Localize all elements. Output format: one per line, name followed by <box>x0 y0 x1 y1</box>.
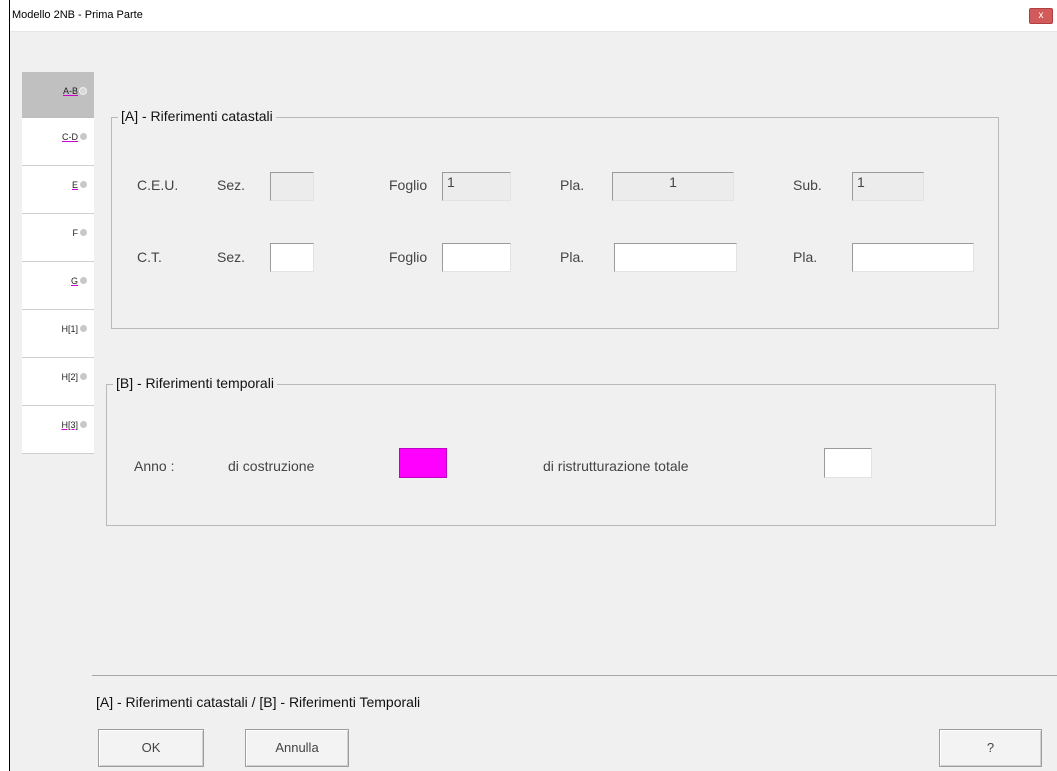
tab-status-dot-icon <box>79 87 87 95</box>
ct-pla-label: Pla. <box>560 249 585 265</box>
tab-label: G <box>70 276 78 286</box>
ristrutturazione-label: di ristrutturazione totale <box>543 458 689 474</box>
ceu-sez-label: Sez. <box>217 177 246 193</box>
tab-c-d[interactable]: C-D <box>22 118 94 166</box>
costruzione-label: di costruzione <box>228 458 315 474</box>
group-riferimenti-catastali: [A] - Riferimenti catastali <box>111 108 999 329</box>
window-title: Modello 2NB - Prima Parte <box>12 9 143 21</box>
tab-label: A-B <box>62 86 78 96</box>
window-left-edge <box>0 0 9 771</box>
tab-status-dot-icon <box>80 325 87 332</box>
ceu-sub-field[interactable]: 1 <box>852 172 924 201</box>
ceu-foglio-label: Foglio <box>389 177 428 193</box>
ceu-sub-label: Sub. <box>793 177 822 193</box>
tab-label: H[2] <box>61 372 78 382</box>
ct-pla2-label: Pla. <box>793 249 818 265</box>
tab-status-dot-icon <box>80 229 87 236</box>
tab-f[interactable]: F <box>22 214 94 262</box>
close-button[interactable]: x <box>1029 8 1053 24</box>
close-icon: x <box>1038 10 1044 21</box>
tab-g[interactable]: G <box>22 262 94 310</box>
tab-status-dot-icon <box>80 181 87 188</box>
group-a-title: [A] - Riferimenti catastali <box>118 108 276 124</box>
ct-sez-label: Sez. <box>217 249 246 265</box>
tab-e[interactable]: E <box>22 166 94 214</box>
ceu-label: C.E.U. <box>137 177 179 193</box>
tab-status-dot-icon <box>80 421 87 428</box>
costruzione-field[interactable] <box>399 448 447 478</box>
ct-foglio-label: Foglio <box>389 249 428 265</box>
group-b-title: [B] - Riferimenti temporali <box>113 375 277 391</box>
ok-button[interactable]: OK <box>98 729 204 767</box>
title-bar: Modello 2NB - Prima Parte x <box>10 0 1057 32</box>
cancel-button[interactable]: Annulla <box>245 729 349 767</box>
ct-label: C.T. <box>137 249 162 265</box>
anno-label: Anno : <box>134 458 175 474</box>
ct-foglio-field[interactable] <box>442 243 511 272</box>
tab-h3[interactable]: H[3] <box>22 406 94 454</box>
tab-label: F <box>72 228 79 238</box>
status-text: [A] - Riferimenti catastali / [B] - Rife… <box>96 694 421 710</box>
tab-label: C-D <box>62 132 78 142</box>
tab-status-dot-icon <box>80 277 87 284</box>
ceu-pla-label: Pla. <box>560 177 585 193</box>
ristrutturazione-field[interactable] <box>824 448 872 478</box>
tab-label: H[3] <box>61 420 78 430</box>
tab-label: E <box>71 180 78 190</box>
ceu-foglio-field[interactable]: 1 <box>442 172 511 201</box>
ceu-pla-field[interactable]: 1 <box>612 172 734 201</box>
ct-sez-field[interactable] <box>270 243 314 272</box>
tab-status-dot-icon <box>80 373 87 380</box>
tab-label: H[1] <box>61 324 78 334</box>
ct-pla2-field[interactable] <box>852 243 974 272</box>
ceu-sez-field[interactable] <box>270 172 314 201</box>
tab-status-dot-icon <box>80 133 87 140</box>
tab-a-b[interactable]: A-B <box>22 72 94 118</box>
ct-pla-field[interactable] <box>614 243 737 272</box>
help-button[interactable]: ? <box>939 729 1042 767</box>
tab-strip: A-B C-D E F G H[1] H[2] H[3] <box>22 72 94 454</box>
tab-h1[interactable]: H[1] <box>22 310 94 358</box>
bottom-separator <box>92 675 1057 676</box>
tab-h2[interactable]: H[2] <box>22 358 94 406</box>
